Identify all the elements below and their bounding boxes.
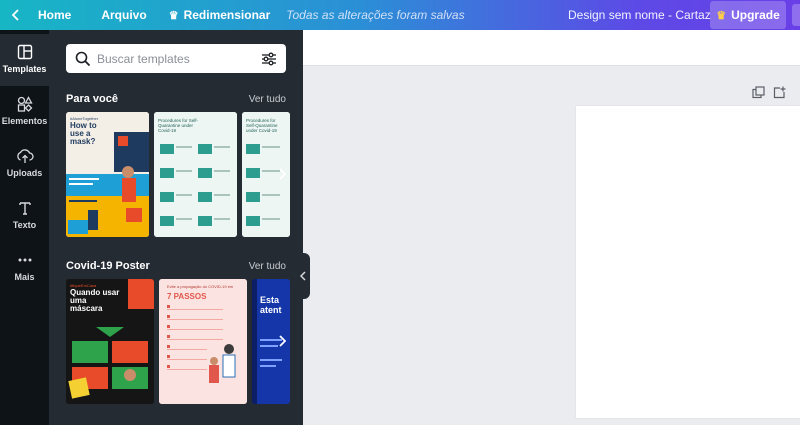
saved-status: Todas as alterações foram salvas (286, 8, 465, 22)
thumb-title: Esta atent (260, 295, 282, 315)
section-title: Covid-19 Poster (66, 260, 150, 272)
share-button-edge[interactable] (792, 4, 800, 26)
chevron-left-icon (300, 271, 306, 281)
chevron-right-icon (279, 168, 286, 180)
template-thumbnail[interactable]: Procedures for Self-Quarantine under Cov… (154, 112, 237, 237)
rail-label: Uploads (6, 168, 43, 178)
template-thumbnail[interactable]: #fiqueEmCasa Quando usar uma máscara (66, 279, 154, 404)
search-box[interactable]: Buscar templates (66, 44, 286, 73)
scroll-right-button[interactable] (273, 165, 291, 183)
thumb-title: Quando usar uma máscara (70, 288, 120, 313)
upgrade-label: Upgrade (731, 8, 780, 22)
resize-label: Redimensionar (183, 8, 271, 22)
page-tools (752, 86, 786, 99)
rail-item-uploads[interactable]: Uploads (0, 138, 49, 190)
rail-item-elements[interactable]: Elementos (0, 86, 49, 138)
crown-icon: ♛ (168, 9, 179, 22)
add-page-icon[interactable] (773, 86, 786, 99)
editor-toolbar (303, 30, 800, 66)
see-all-link[interactable]: Ver tudo (249, 261, 286, 272)
thumb-title: Procedures for Self-Quarantine under Cov… (246, 118, 278, 133)
search-icon (75, 51, 91, 66)
thumb-kicker: Evite a propagação do COVID-19 em (167, 284, 234, 289)
upload-icon (16, 149, 34, 163)
rail-label: Texto (12, 220, 37, 230)
more-icon (18, 258, 31, 262)
home-button[interactable]: Home (30, 0, 79, 30)
templates-panel: Buscar templates Para você Ver tudo #Alo… (49, 30, 303, 425)
thumb-title: How to use a mask? (70, 121, 97, 146)
see-all-link[interactable]: Ver tudo (249, 94, 286, 105)
resize-button[interactable]: ♛ Redimensionar (161, 0, 279, 30)
design-canvas-page[interactable] (576, 106, 800, 418)
chevron-right-icon (279, 335, 286, 347)
thumb-title: 7 PASSOS (167, 292, 207, 301)
rail-label: Templates (2, 64, 47, 74)
section-title: Para você (66, 93, 118, 105)
template-thumbnail[interactable]: Evite a propagação do COVID-19 em 7 PASS… (159, 279, 247, 404)
templates-icon (17, 44, 32, 60)
search-input[interactable]: Buscar templates (97, 52, 261, 66)
rail-label: Elementos (1, 116, 48, 126)
template-thumbnail[interactable]: #AloneTogether How to use a mask? (66, 112, 149, 237)
crown-icon: ♛ (716, 9, 727, 22)
document-name[interactable]: Design sem nome - Cartaz (568, 0, 711, 30)
rail-item-text[interactable]: Texto (0, 190, 49, 242)
text-icon (18, 202, 31, 215)
scroll-right-button[interactable] (273, 332, 291, 350)
elements-icon (17, 96, 33, 112)
thumb-title: Procedures for Self-Quarantine under Cov… (158, 118, 199, 133)
duplicate-page-icon[interactable] (752, 86, 765, 99)
upgrade-button[interactable]: ♛ Upgrade (710, 1, 786, 29)
side-rail: Templates Elementos Uploads Texto Mais (0, 30, 49, 425)
rail-label: Mais (14, 272, 35, 282)
top-bar: Home Arquivo ♛ Redimensionar Todas as al… (0, 0, 800, 30)
file-menu-button[interactable]: Arquivo (93, 0, 154, 30)
filter-icon[interactable] (261, 52, 277, 66)
rail-item-templates[interactable]: Templates (0, 34, 49, 86)
rail-item-more[interactable]: Mais (0, 242, 49, 294)
collapse-panel-button[interactable] (296, 253, 310, 299)
back-chevron-icon[interactable] (6, 0, 26, 30)
